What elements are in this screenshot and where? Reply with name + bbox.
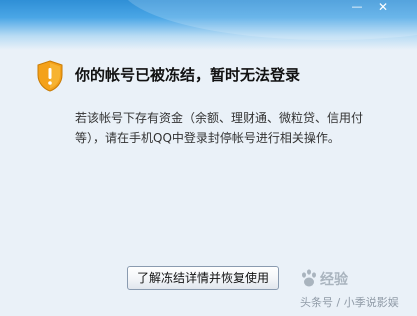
alert-headline: 你的帐号已被冻结，暂时无法登录 xyxy=(75,66,301,84)
title-bar: — ✕ xyxy=(0,0,417,50)
learn-freeze-details-button[interactable]: 了解冻结详情并恢复使用 xyxy=(127,266,279,290)
warning-shield-icon xyxy=(37,60,63,92)
minimize-button[interactable]: — xyxy=(346,0,368,16)
author-watermark: 头条号 / 小季说影娱 xyxy=(300,296,399,309)
baidu-watermark: 经验 xyxy=(300,268,348,290)
baidu-watermark-text: 经验 xyxy=(320,272,348,288)
close-button[interactable]: ✕ xyxy=(372,0,394,16)
baidu-paw-icon xyxy=(302,269,316,287)
alert-description: 若该帐号下存有资金（余额、理财通、微粒贷、信用付等），请在手机QQ中登录封停帐号… xyxy=(75,111,364,145)
